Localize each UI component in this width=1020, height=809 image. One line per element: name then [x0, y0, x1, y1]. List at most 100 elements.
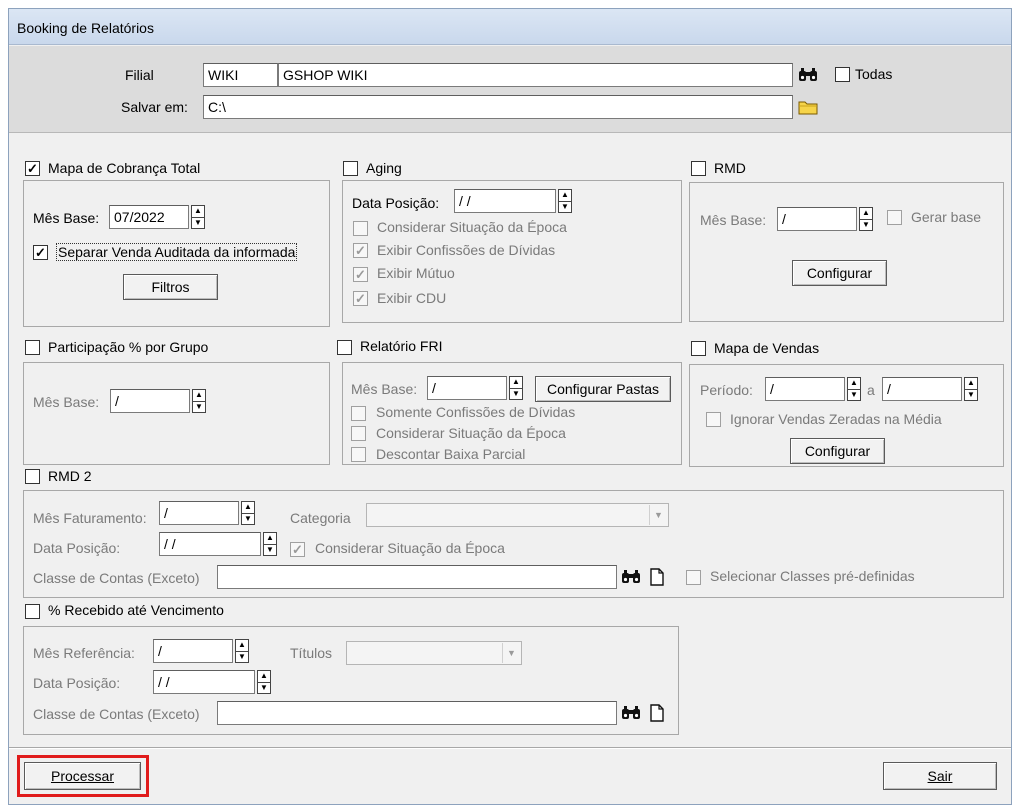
- aging-opt2-checkbox[interactable]: ✓: [353, 243, 368, 258]
- participacao-mes-base-label: Mês Base:: [33, 394, 100, 410]
- aging-opt4-checkbox[interactable]: ✓: [353, 291, 368, 306]
- rmd-checkbox[interactable]: [691, 161, 706, 176]
- rmd2-classe-search-button[interactable]: [620, 565, 642, 589]
- aging-opt3-checkbox[interactable]: ✓: [353, 267, 368, 282]
- rmd-mes-base-input[interactable]: /: [777, 207, 857, 231]
- salvar-path-input[interactable]: C:\: [203, 95, 793, 119]
- separar-venda-checkbox[interactable]: ✓: [33, 245, 48, 260]
- recebido-mes-ref-input[interactable]: /: [153, 639, 233, 663]
- periodo-a-label: a: [867, 382, 875, 398]
- recebido-titulos-label: Títulos: [290, 645, 333, 661]
- footer-divider: [9, 747, 1011, 749]
- rmd2-classe-label: Classe de Contas (Exceto): [33, 570, 200, 586]
- binoculars-icon: [799, 68, 817, 81]
- rmd2-checkbox[interactable]: [25, 469, 40, 484]
- rmd2-categoria-select[interactable]: ▼: [366, 503, 669, 527]
- fri-opt1-checkbox[interactable]: [351, 406, 366, 421]
- filial-name-input[interactable]: GSHOP WIKI: [278, 63, 793, 87]
- recebido-title: % Recebido até Vencimento: [48, 602, 224, 618]
- aging-checkbox[interactable]: [343, 161, 358, 176]
- mapa-vendas-checkbox[interactable]: [691, 341, 706, 356]
- periodo-from-spinner[interactable]: ▲ ▼: [847, 377, 861, 401]
- filtros-button[interactable]: Filtros: [123, 274, 218, 300]
- rmd2-considerar-label: Considerar Situação da Época: [315, 540, 505, 556]
- rmd2-data-posicao-label: Data Posição:: [33, 540, 121, 556]
- fri-mes-base-input[interactable]: /: [427, 376, 507, 400]
- aging-opt1-label: Considerar Situação da Época: [377, 219, 567, 235]
- fri-opt3-checkbox[interactable]: [351, 447, 366, 462]
- fri-checkbox[interactable]: [337, 340, 352, 355]
- aging-title: Aging: [366, 160, 402, 176]
- rmd2-mes-fat-input[interactable]: /: [159, 501, 239, 525]
- chevron-down-icon: ▼: [649, 505, 667, 525]
- fri-opt2-label: Considerar Situação da Época: [376, 425, 566, 441]
- sair-label: Sair: [927, 768, 953, 784]
- binoculars-icon: [622, 706, 640, 719]
- filial-search-button[interactable]: [797, 63, 819, 87]
- mapa-cobranca-title: Mapa de Cobrança Total: [48, 160, 201, 176]
- chevron-down-icon: ▼: [502, 643, 520, 663]
- fri-opt1-label: Somente Confissões de Dívidas: [376, 404, 576, 420]
- sair-button[interactable]: Sair: [883, 762, 997, 790]
- periodo-to-spinner[interactable]: ▲ ▼: [964, 377, 978, 401]
- configurar-pastas-button[interactable]: Configurar Pastas: [535, 376, 671, 402]
- aging-opt1-checkbox[interactable]: [353, 221, 368, 236]
- recebido-titulos-select[interactable]: ▼: [346, 641, 522, 665]
- window-title: Booking de Relatórios: [17, 20, 154, 36]
- mapa-cobranca-mes-base-spinner[interactable]: ▲ ▼: [191, 205, 205, 229]
- rmd2-considerar-checkbox[interactable]: ✓: [290, 542, 305, 557]
- fri-opt2-checkbox[interactable]: [351, 426, 366, 441]
- rmd2-categoria-label: Categoria: [290, 510, 351, 526]
- rmd-title: RMD: [714, 160, 746, 176]
- participacao-mes-base-spinner[interactable]: ▲ ▼: [192, 389, 206, 413]
- rmd2-title: RMD 2: [48, 468, 92, 484]
- participacao-checkbox[interactable]: [25, 340, 40, 355]
- rmd2-mes-fat-spinner[interactable]: ▲ ▼: [241, 501, 255, 525]
- filial-code-input[interactable]: WIKI: [203, 63, 278, 87]
- rmd2-classe-new-button[interactable]: [646, 565, 668, 589]
- participacao-mes-base-input[interactable]: /: [110, 389, 190, 413]
- booking-window: Booking de Relatórios Filial WIKI GSHOP …: [8, 8, 1012, 805]
- recebido-mes-ref-spinner[interactable]: ▲ ▼: [235, 639, 249, 663]
- processar-button[interactable]: Processar: [24, 762, 141, 790]
- ignorar-vendas-checkbox[interactable]: [706, 412, 721, 427]
- aging-data-posicao-input[interactable]: / /: [454, 189, 556, 213]
- periodo-to-input[interactable]: /: [882, 377, 962, 401]
- separar-venda-label: Separar Venda Auditada da informada: [56, 243, 298, 261]
- rmd-mes-base-spinner[interactable]: ▲ ▼: [859, 207, 873, 231]
- recebido-data-posicao-input[interactable]: / /: [153, 670, 255, 694]
- document-icon: [650, 704, 664, 722]
- todas-label: Todas: [855, 66, 893, 82]
- mapa-cobranca-checkbox[interactable]: ✓: [25, 161, 40, 176]
- recebido-classe-input[interactable]: [217, 701, 617, 725]
- mapa-cobranca-mes-base-input[interactable]: 07/2022: [109, 205, 189, 229]
- rmd2-data-posicao-input[interactable]: / /: [159, 532, 261, 556]
- recebido-checkbox[interactable]: [25, 604, 40, 619]
- recebido-classe-new-button[interactable]: [646, 701, 668, 725]
- participacao-group: [23, 362, 330, 465]
- selecionar-classes-label: Selecionar Classes pré-definidas: [710, 568, 915, 584]
- filial-label: Filial: [125, 67, 154, 83]
- mapa-vendas-configurar-button[interactable]: Configurar: [790, 438, 885, 464]
- rmd2-data-posicao-spinner[interactable]: ▲ ▼: [263, 532, 277, 556]
- selecionar-classes-checkbox[interactable]: [686, 570, 701, 585]
- browse-folder-button[interactable]: [797, 95, 819, 119]
- salvar-label: Salvar em:: [121, 99, 188, 115]
- recebido-classe-search-button[interactable]: [620, 701, 642, 725]
- todas-checkbox[interactable]: [835, 67, 850, 82]
- recebido-data-posicao-spinner[interactable]: ▲ ▼: [257, 670, 271, 694]
- gerar-base-checkbox[interactable]: [887, 210, 902, 225]
- fri-mes-base-spinner[interactable]: ▲ ▼: [509, 376, 523, 400]
- title-bar: Booking de Relatórios: [9, 9, 1011, 45]
- gerar-base-label: Gerar base: [911, 209, 982, 225]
- rmd-configurar-button[interactable]: Configurar: [792, 260, 887, 286]
- processar-label: Processar: [50, 768, 115, 784]
- periodo-from-input[interactable]: /: [765, 377, 845, 401]
- aging-data-posicao-spinner[interactable]: ▲ ▼: [558, 189, 572, 213]
- participacao-title: Participação % por Grupo: [48, 339, 209, 355]
- aging-opt3-label: Exibir Mútuo: [377, 265, 455, 281]
- recebido-classe-label: Classe de Contas (Exceto): [33, 706, 200, 722]
- aging-data-posicao-label: Data Posição:: [352, 195, 440, 211]
- rmd-group: [689, 182, 1004, 322]
- rmd2-classe-input[interactable]: [217, 565, 617, 589]
